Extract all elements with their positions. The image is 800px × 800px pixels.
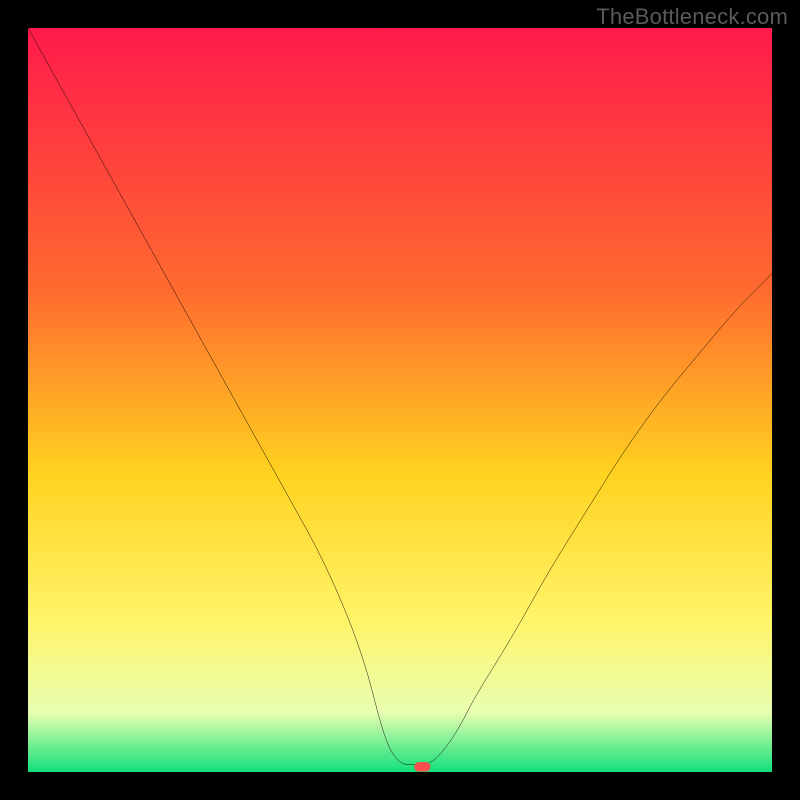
- chart-frame: TheBottleneck.com: [0, 0, 800, 800]
- plot-svg: [28, 28, 772, 772]
- watermark-text: TheBottleneck.com: [596, 4, 788, 30]
- optimal-point-marker: [414, 762, 430, 772]
- gradient-background: [28, 28, 772, 772]
- plot-area: [28, 28, 772, 772]
